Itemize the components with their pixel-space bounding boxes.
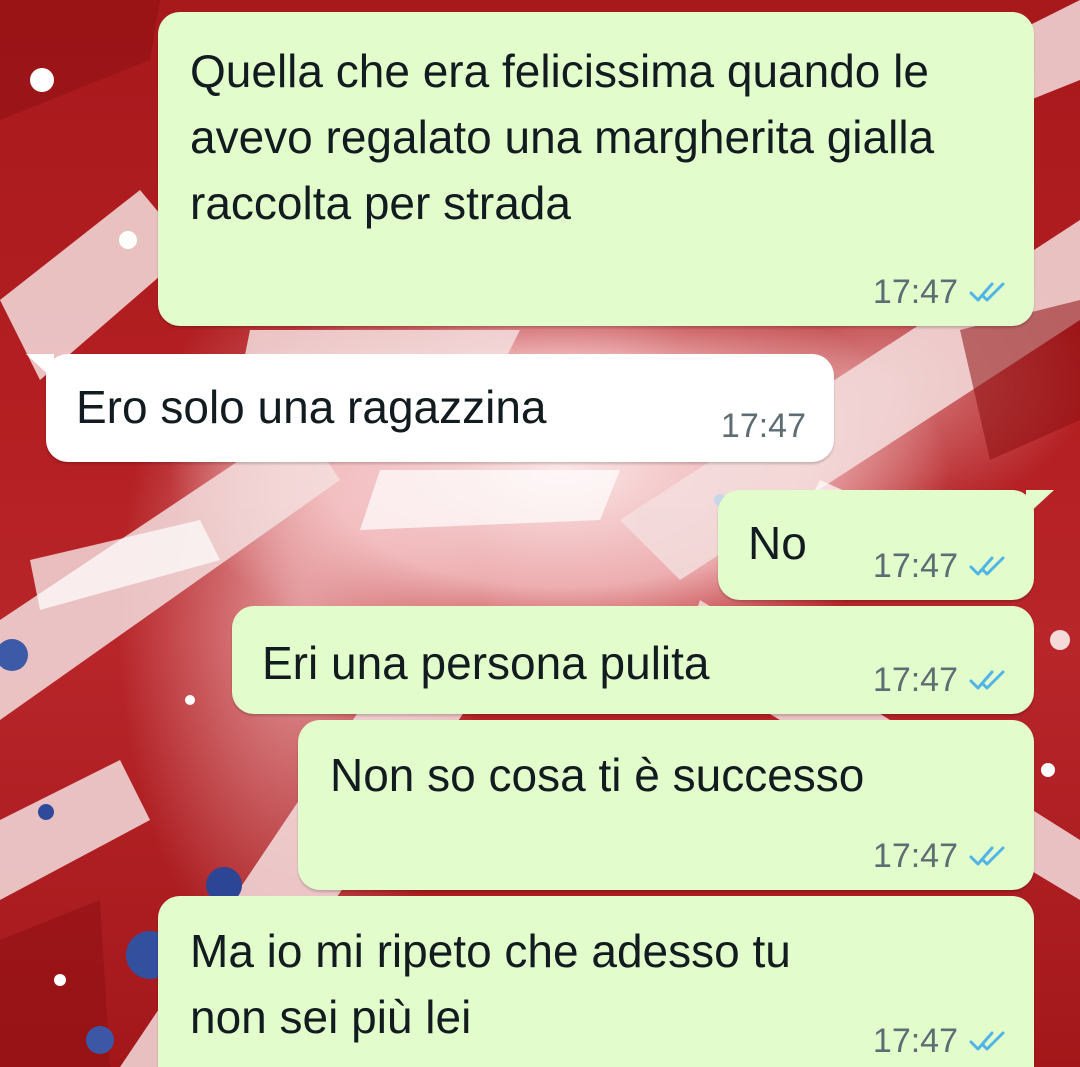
message-text: Ma io mi ripeto che adesso tu non sei pi… — [190, 925, 791, 1043]
incoming-message-bubble[interactable]: Ero solo una ragazzina 17:47 — [26, 354, 834, 462]
message-meta: 17:47 — [873, 272, 1008, 312]
message-text: Non so cosa ti è successo — [330, 749, 865, 801]
double-check-read-icon — [969, 1031, 1005, 1051]
message-meta: 17:47 — [873, 660, 1008, 700]
outgoing-message-bubble[interactable]: Ma io mi ripeto che adesso tu non sei pi… — [158, 896, 1034, 1067]
message-meta: 17:47 — [873, 836, 1008, 876]
double-check-read-icon — [969, 846, 1005, 866]
message-time: 17:47 — [872, 1022, 958, 1060]
message-time: 17:47 — [720, 407, 806, 445]
message-meta: 17:47 — [873, 1021, 1008, 1061]
message-time: 17:47 — [872, 661, 958, 699]
outgoing-message-bubble[interactable]: Non so cosa ti è successo 17:47 — [298, 720, 1034, 890]
message-text: Ero solo una ragazzina — [76, 381, 547, 433]
message-time: 17:47 — [872, 273, 958, 311]
outgoing-message-bubble[interactable]: Eri una persona pulita 17:47 — [232, 606, 1034, 714]
double-check-read-icon — [969, 670, 1005, 690]
message-time: 17:47 — [872, 837, 958, 875]
message-time: 17:47 — [872, 547, 958, 585]
outgoing-message-bubble[interactable]: Quella che era felicissima quando le ave… — [158, 12, 1034, 326]
bubble-tail-icon — [1026, 490, 1054, 516]
double-check-read-icon — [969, 556, 1005, 576]
double-check-read-icon — [969, 282, 1005, 302]
message-meta: 17:47 — [721, 406, 806, 446]
bubble-tail-icon — [26, 354, 54, 380]
message-text: Quella che era felicissima quando le ave… — [190, 45, 935, 229]
chat-message-list[interactable]: Quella che era felicissima quando le ave… — [0, 0, 1080, 1067]
outgoing-message-bubble[interactable]: No 17:47 — [718, 490, 1054, 600]
message-meta: 17:47 — [873, 546, 1008, 586]
